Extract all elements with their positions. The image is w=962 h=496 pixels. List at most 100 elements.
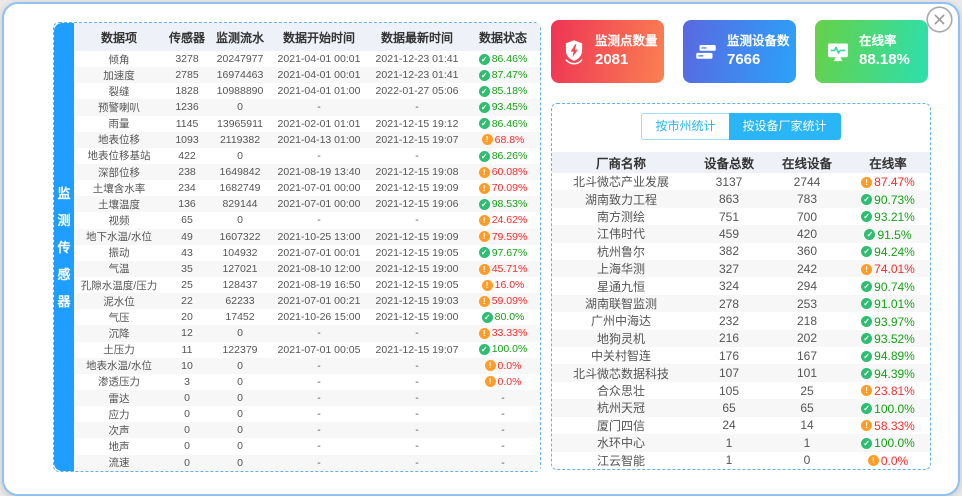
flow-count-cell: 0 bbox=[210, 212, 270, 228]
shield-bolt-icon bbox=[561, 39, 587, 65]
online-rate-value: 93.97% bbox=[874, 314, 915, 328]
data-item-cell: 气压 bbox=[74, 309, 164, 325]
warn-icon: ! bbox=[479, 264, 490, 275]
sensor-table-row: 振动 43 104932 2021-07-01 00:01 2021-12-15… bbox=[74, 245, 540, 261]
check-icon: ✓ bbox=[861, 438, 872, 449]
sensor-count-cell: 22 bbox=[164, 293, 210, 309]
online-rate-value: 86.46% bbox=[492, 53, 528, 65]
vendor-table-row: 中关村智连 176 167 ✓94.89% bbox=[552, 347, 930, 364]
check-icon: ✓ bbox=[479, 344, 490, 355]
tab-by-vendor[interactable]: 按设备厂家统计 bbox=[729, 113, 841, 140]
device-total-cell: 863 bbox=[690, 190, 768, 207]
latest-time-cell: 2021-12-15 19:05 bbox=[368, 245, 466, 261]
sensor-count-cell: 10 bbox=[164, 358, 210, 374]
monitor-pulse-icon bbox=[825, 39, 851, 65]
latest-time-cell: 2021-12-15 19:08 bbox=[368, 164, 466, 180]
warn-icon: ! bbox=[485, 360, 496, 371]
device-online-cell: 101 bbox=[768, 364, 846, 381]
sensor-table-row: 渗透压力 3 0 - - !0.0% bbox=[74, 374, 540, 390]
tab-by-city[interactable]: 按市州统计 bbox=[641, 113, 728, 140]
stat-card-devices: 监测设备数 7666 bbox=[683, 20, 796, 83]
flow-count-cell: 0 bbox=[210, 438, 270, 454]
sensor-table-header: 数据项 传感器 监测流水 数据开始时间 数据最新时间 数据状态 bbox=[74, 23, 540, 51]
status-cell: ✓97.67% bbox=[466, 245, 540, 261]
vendor-name-cell: 湖南致力工程 bbox=[552, 190, 690, 207]
sensor-count-cell: 3278 bbox=[164, 51, 210, 67]
vendor-name-cell: 广州中海达 bbox=[552, 312, 690, 329]
online-rate-value: 91.5% bbox=[877, 227, 911, 241]
device-online-cell: 218 bbox=[768, 312, 846, 329]
sensor-table-row: 沉降 12 0 - - !33.33% bbox=[74, 325, 540, 341]
warn-icon: ! bbox=[861, 420, 872, 431]
online-rate-value: 90.74% bbox=[874, 280, 915, 294]
status-cell: ✓93.45% bbox=[466, 99, 540, 115]
vendor-name-cell: 水环中心 bbox=[552, 434, 690, 451]
flow-count-cell: 0 bbox=[210, 325, 270, 341]
vendor-table-row: 江伟时代 459 420 ✓91.5% bbox=[552, 225, 930, 242]
sensor-count-cell: 1145 bbox=[164, 116, 210, 132]
latest-time-cell: 2022-01-27 05:06 bbox=[368, 83, 466, 99]
vendor-table: 厂商名称 设备总数 在线设备 在线率 北斗微芯产业发展 3137 2744 !8… bbox=[552, 152, 930, 469]
status-cell: ✓80.0% bbox=[466, 309, 540, 325]
check-icon: ✓ bbox=[864, 229, 875, 240]
sensor-count-cell: 0 bbox=[164, 438, 210, 454]
sensor-count-cell: 0 bbox=[164, 455, 210, 471]
vendor-table-row: 厦门四信 24 14 !58.33% bbox=[552, 417, 930, 434]
check-icon: ✓ bbox=[861, 194, 872, 205]
warn-icon: ! bbox=[868, 455, 879, 466]
start-time-cell: - bbox=[270, 212, 368, 228]
stat-card-value: 88.18% bbox=[859, 50, 910, 70]
check-icon: ✓ bbox=[479, 70, 490, 81]
device-online-cell: 253 bbox=[768, 295, 846, 312]
sensor-count-cell: 1236 bbox=[164, 99, 210, 115]
online-rate-value: 74.01% bbox=[874, 262, 915, 276]
device-total-cell: 3137 bbox=[690, 173, 768, 190]
sensor-table-row: 土压力 11 122379 2021-07-01 00:05 2021-12-1… bbox=[74, 342, 540, 358]
online-rate-value: 86.46% bbox=[492, 118, 528, 130]
col-flow: 监测流水 bbox=[210, 23, 270, 51]
flow-count-cell: 128437 bbox=[210, 277, 270, 293]
online-rate-value: 68.8% bbox=[495, 134, 525, 146]
sensor-count-cell: 25 bbox=[164, 277, 210, 293]
flow-count-cell: 1607322 bbox=[210, 229, 270, 245]
sensor-table-row: 气温 35 127021 2021-08-10 12:00 2021-12-15… bbox=[74, 261, 540, 277]
status-cell: ✓91.01% bbox=[846, 295, 930, 312]
status-cell: ✓93.97% bbox=[846, 312, 930, 329]
flow-count-cell: 0 bbox=[210, 406, 270, 422]
start-time-cell: - bbox=[270, 422, 368, 438]
vendor-table-row: 上海华测 327 242 !74.01% bbox=[552, 260, 930, 277]
flow-count-cell: 62233 bbox=[210, 293, 270, 309]
start-time-cell: 2021-08-19 13:40 bbox=[270, 164, 368, 180]
warn-icon: ! bbox=[861, 385, 872, 396]
status-cell: ✓90.73% bbox=[846, 190, 930, 207]
check-icon: ✓ bbox=[479, 247, 490, 258]
sensor-table-row: 泥水位 22 62233 2021-07-01 00:21 2021-12-15… bbox=[74, 293, 540, 309]
status-cell: !74.01% bbox=[846, 260, 930, 277]
device-total-cell: 459 bbox=[690, 225, 768, 242]
data-item-cell: 振动 bbox=[74, 245, 164, 261]
latest-time-cell: 2021-12-15 19:12 bbox=[368, 116, 466, 132]
stats-tabs: 按市州统计 按设备厂家统计 bbox=[552, 113, 930, 140]
online-rate-value: 24.62% bbox=[492, 215, 528, 227]
close-button[interactable] bbox=[925, 5, 954, 34]
status-cell: !59.09% bbox=[466, 293, 540, 309]
vendor-name-cell: 厦门四信 bbox=[552, 417, 690, 434]
data-item-cell: 加速度 bbox=[74, 67, 164, 83]
vendor-name-cell: 北斗微芯数据科技 bbox=[552, 364, 690, 381]
latest-time-cell: - bbox=[368, 325, 466, 341]
device-online-cell: 0 bbox=[768, 452, 846, 470]
sensor-panel: 监测传感器 数据项 传感器 监测流水 数据开始时间 数据最新时间 数据状态 倾角… bbox=[53, 22, 541, 472]
online-rate-value: 94.89% bbox=[874, 349, 915, 363]
start-time-cell: 2021-07-01 00:21 bbox=[270, 293, 368, 309]
sensor-table-row: 雷达 0 0 - - - bbox=[74, 390, 540, 406]
start-time-cell: - bbox=[270, 390, 368, 406]
start-time-cell: - bbox=[270, 99, 368, 115]
device-total-cell: 324 bbox=[690, 277, 768, 294]
sensor-count-cell: 11 bbox=[164, 342, 210, 358]
sensor-table-row: 雨量 1145 13965911 2021-02-01 01:01 2021-1… bbox=[74, 116, 540, 132]
device-total-cell: 1 bbox=[690, 434, 768, 451]
status-cell: ✓87.47% bbox=[466, 67, 540, 83]
status-cell: !79.59% bbox=[466, 229, 540, 245]
col-online-rate: 在线率 bbox=[846, 152, 930, 173]
warn-icon: ! bbox=[482, 280, 493, 291]
